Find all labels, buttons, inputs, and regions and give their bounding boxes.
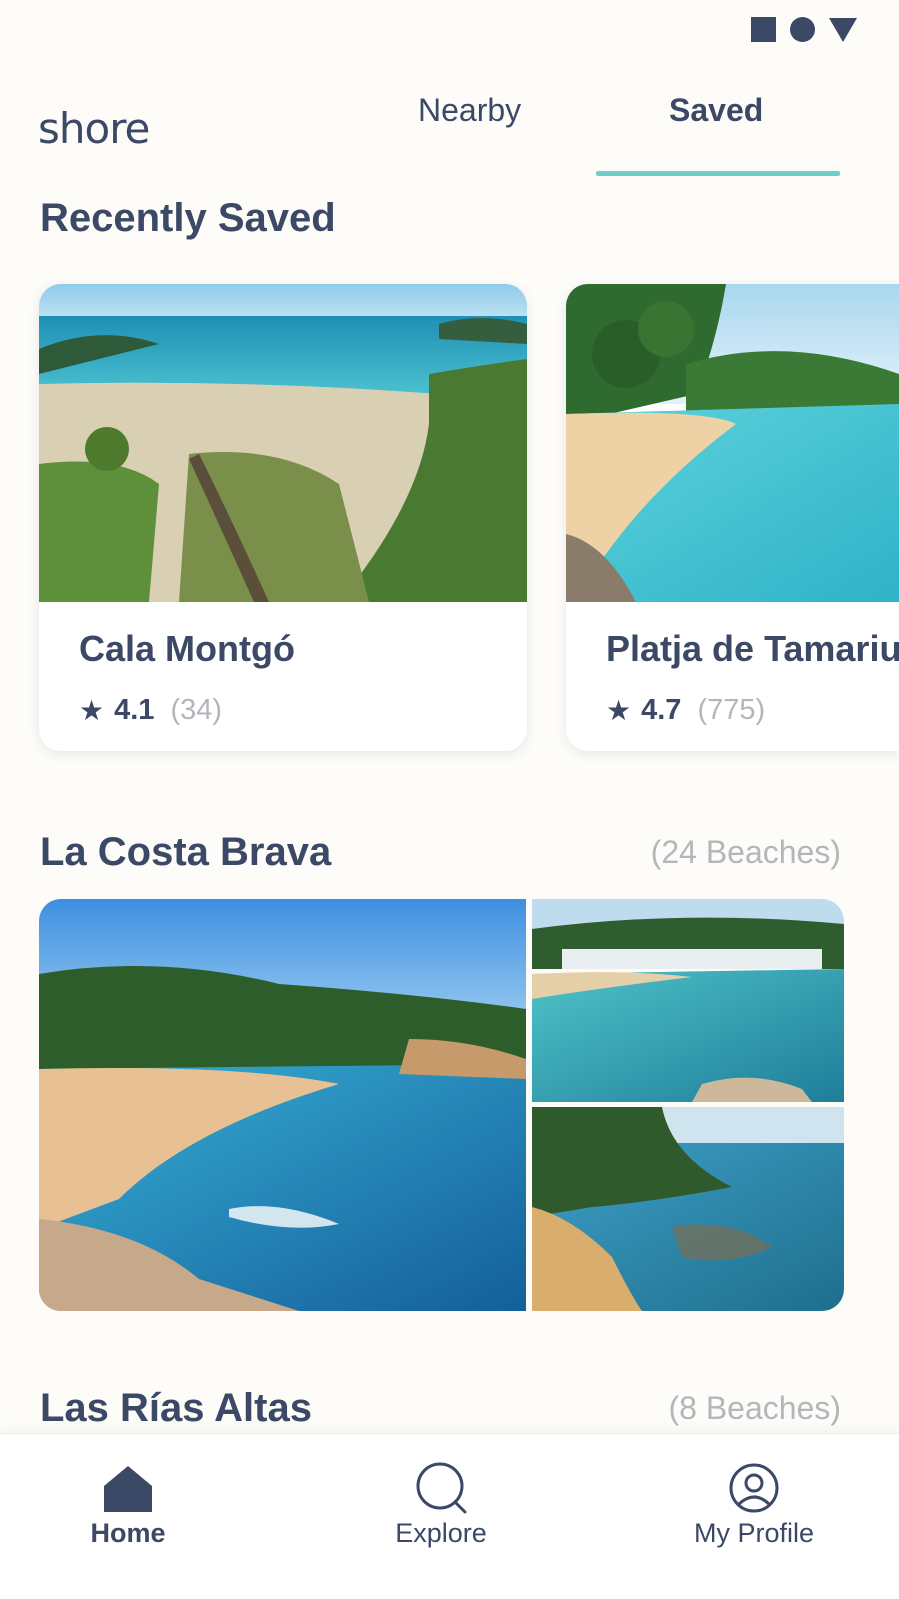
nav-label: My Profile <box>693 1518 815 1548</box>
home-icon <box>104 1466 152 1512</box>
collection-count: (24 Beaches) <box>650 834 841 870</box>
beach-photo <box>566 284 899 602</box>
nav-label: Explore <box>395 1518 487 1548</box>
rating-count: (34) <box>170 694 223 726</box>
bottom-nav: Home Explore My Profile <box>0 1433 899 1599</box>
collection-title: La Costa Brava <box>40 830 332 874</box>
beach-name: Cala Montgó <box>79 628 295 669</box>
square-icon <box>751 17 776 42</box>
tab-nearby[interactable]: Nearby <box>418 92 521 129</box>
beach-photo <box>532 1107 844 1311</box>
tab-saved[interactable]: Saved <box>669 92 763 129</box>
rating-value: 4.1 <box>114 694 155 726</box>
active-tab-indicator <box>596 171 840 176</box>
star-icon: ★ <box>79 695 105 726</box>
profile-icon <box>729 1463 779 1513</box>
search-icon <box>416 1462 467 1514</box>
beach-photo <box>39 899 526 1311</box>
nav-label: Home <box>90 1518 166 1548</box>
nav-explore[interactable]: Explore <box>341 1434 541 1564</box>
beach-photo <box>532 899 844 1102</box>
triangle-icon <box>829 17 857 42</box>
status-bar <box>0 0 899 60</box>
rating-value: 4.7 <box>641 694 682 726</box>
collection-count: (8 Beaches) <box>668 1390 841 1426</box>
beach-name: Platja de Tamariu <box>606 628 899 669</box>
beach-rating: ★ 4.1 (34) <box>79 694 222 727</box>
beach-rating: ★ 4.7 (775) <box>606 694 765 727</box>
circle-icon <box>790 17 815 42</box>
rating-count: (775) <box>697 694 766 726</box>
app-logo: shore <box>38 104 150 153</box>
beach-card[interactable]: Platja de Tamariu ★ 4.7 (775) <box>566 284 899 751</box>
star-icon: ★ <box>606 695 632 726</box>
beach-photo <box>39 284 527 602</box>
collection-title: Las Rías Altas <box>40 1386 312 1430</box>
collection-collage[interactable] <box>39 899 844 1311</box>
beach-card[interactable]: Cala Montgó ★ 4.1 (34) <box>39 284 527 751</box>
nav-profile[interactable]: My Profile <box>654 1434 854 1564</box>
nav-home[interactable]: Home <box>28 1434 228 1564</box>
recently-saved-title: Recently Saved <box>40 196 336 240</box>
